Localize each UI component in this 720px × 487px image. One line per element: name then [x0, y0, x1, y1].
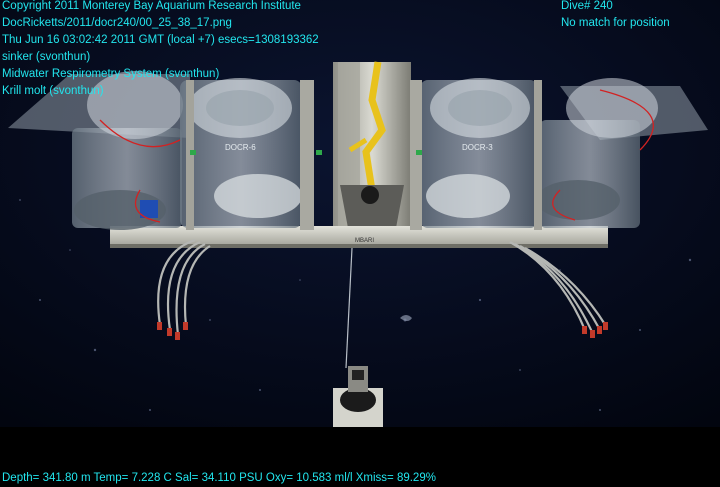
top-right-overlay: Dive# 240 No match for position: [561, 0, 670, 32]
file-path-line: DocRicketts/2011/docr240/00_25_38_17.png: [2, 17, 232, 29]
annotation-krill: Krill molt (svonthun): [2, 85, 104, 97]
annotation-respirometry: Midwater Respirometry System (svonthun): [2, 68, 220, 80]
sensor-readout: Depth= 341.80 m Temp= 7.228 C Sal= 34.11…: [2, 472, 436, 484]
dive-number: Dive# 240: [561, 0, 613, 12]
chamber-label-docr3: DOCR-3: [462, 143, 493, 152]
respirometer-chamber-3: DOCR-3: [420, 78, 538, 228]
respirometer-chamber-2: DOCR-6: [180, 78, 302, 228]
chamber-label-docr6: DOCR-6: [225, 143, 256, 152]
rail-label: MBARI: [355, 238, 374, 244]
timestamp-line: Thu Jun 16 03:02:42 2011 GMT (local +7) …: [2, 34, 319, 46]
position-status: No match for position: [561, 17, 670, 29]
annotation-sinker: sinker (svonthun): [2, 51, 91, 63]
copyright-line: Copyright 2011 Monterey Bay Aquarium Res…: [2, 0, 301, 12]
top-left-overlay: Copyright 2011 Monterey Bay Aquarium Res…: [2, 0, 319, 100]
